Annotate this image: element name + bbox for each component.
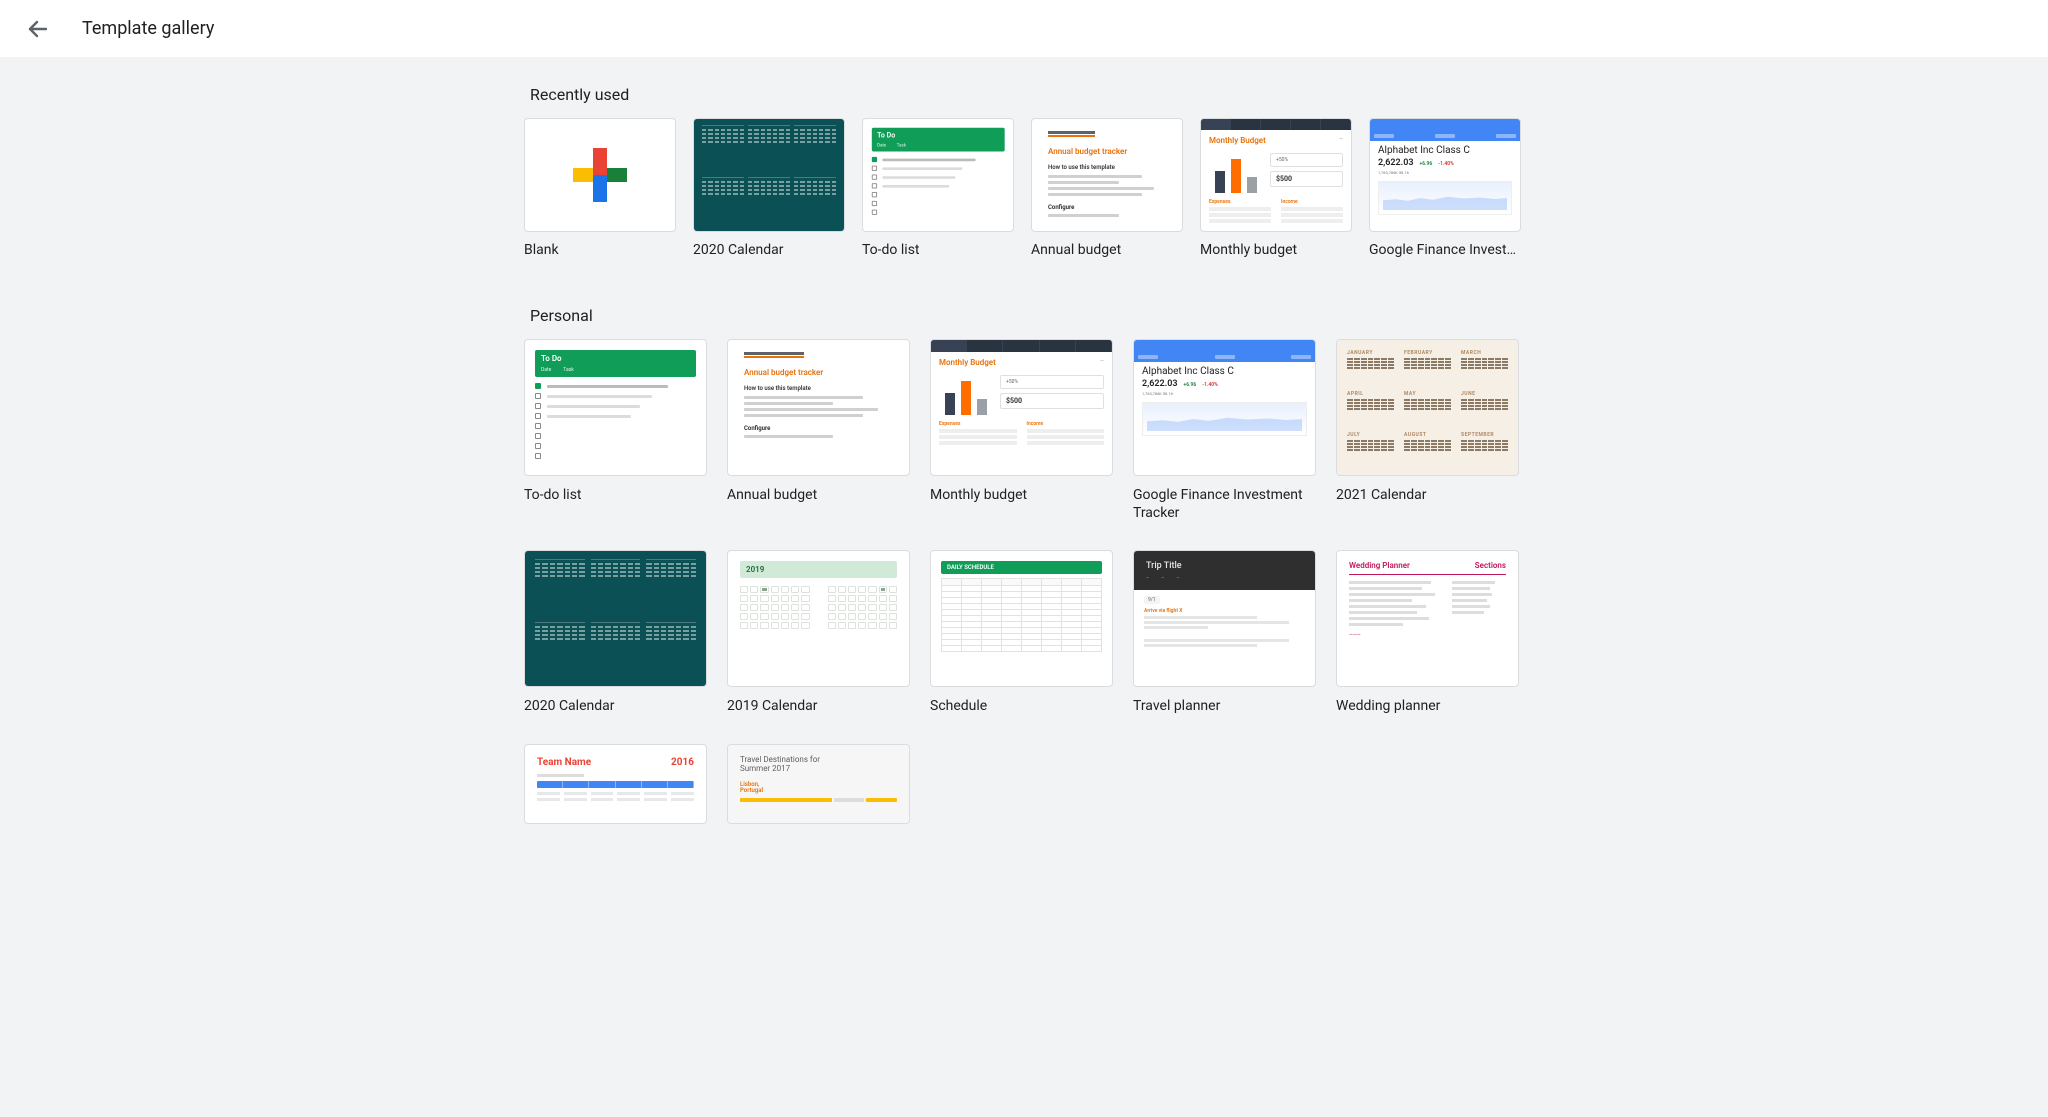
header: Template gallery (0, 0, 2048, 57)
gallery-body: Recently used Blank (0, 57, 2048, 1117)
section-heading-recent: Recently used (530, 85, 1524, 104)
template-card: To Do DateTask To-do list (862, 118, 1014, 258)
template-card: Wedding PlannerSections ——— Wedding plan… (1336, 550, 1519, 715)
template-label: Monthly budget (930, 486, 1113, 504)
template-card: 2020 Calendar (524, 550, 707, 715)
template-label: Google Finance Investment Tracker (1369, 242, 1521, 258)
template-label: Blank (524, 242, 676, 258)
template-card: JANUARY FEBRUARY MARCH APRIL MAY JUNE JU… (1336, 339, 1519, 522)
template-card: Monthly Budget— +50% $500 Expenses I (930, 339, 1113, 522)
template-label: Wedding planner (1336, 697, 1519, 715)
arrow-left-icon (26, 17, 50, 41)
template-thumb-annual-budget[interactable]: Annual budget tracker How to use this te… (727, 339, 910, 476)
template-label: To-do list (862, 242, 1014, 258)
template-card: Blank (524, 118, 676, 258)
template-thumb-todo[interactable]: To Do DateTask (524, 339, 707, 476)
annual-title: Annual budget tracker (1048, 147, 1166, 156)
template-thumb-2021-calendar[interactable]: JANUARY FEBRUARY MARCH APRIL MAY JUNE JU… (1336, 339, 1519, 476)
template-thumb-todo[interactable]: To Do DateTask (862, 118, 1014, 232)
template-card: Trip Title ——— 9/1 Arrive via flight X T… (1133, 550, 1316, 715)
back-button[interactable] (24, 15, 52, 43)
template-label: Google Finance Investment Tracker (1133, 486, 1316, 522)
template-thumb-team-roster[interactable]: Team Name2016 (524, 744, 707, 824)
template-card: DAILY SCHEDULE (930, 550, 1113, 715)
template-label: 2021 Calendar (1336, 486, 1519, 504)
template-thumb-travel-planner[interactable]: Trip Title ——— 9/1 Arrive via flight X (1133, 550, 1316, 687)
template-card: To Do DateTask To-do list (524, 339, 707, 522)
template-thumb-monthly-budget[interactable]: Monthly Budget— +50% $500 Expenses I (1200, 118, 1352, 232)
template-label: 2019 Calendar (727, 697, 910, 715)
template-label: Annual budget (727, 486, 910, 504)
finance-company: Alphabet Inc Class C (1378, 145, 1512, 156)
template-thumb-schedule[interactable]: DAILY SCHEDULE (930, 550, 1113, 687)
template-card: 2020 Calendar (693, 118, 845, 258)
todo-title: To Do (877, 131, 999, 139)
template-label: 2020 Calendar (693, 242, 845, 258)
personal-grid: To Do DateTask To-do list (524, 339, 1524, 824)
template-thumb-google-finance[interactable]: Alphabet Inc Class C 2,622.03 +6.96 -1.4… (1133, 339, 1316, 476)
template-card: Annual budget tracker How to use this te… (727, 339, 910, 522)
template-label: Schedule (930, 697, 1113, 715)
template-card: Monthly Budget— +50% $500 Expenses I (1200, 118, 1352, 258)
template-thumb-travel-destinations[interactable]: Travel Destinations for Summer 2017 Lisb… (727, 744, 910, 824)
template-label: Annual budget (1031, 242, 1183, 258)
template-thumb-wedding-planner[interactable]: Wedding PlannerSections ——— (1336, 550, 1519, 687)
section-heading-personal: Personal (530, 306, 1524, 325)
template-label: To-do list (524, 486, 707, 504)
template-card: Annual budget tracker How to use this te… (1031, 118, 1183, 258)
template-label: 2020 Calendar (524, 697, 707, 715)
template-card: 2019 (727, 550, 910, 715)
template-card: Travel Destinations for Summer 2017 Lisb… (727, 744, 910, 824)
template-card: Team Name2016 (524, 744, 707, 824)
template-card: Alphabet Inc Class C 2,622.03 +6.96 -1.4… (1133, 339, 1316, 522)
template-thumb-annual-budget[interactable]: Annual budget tracker How to use this te… (1031, 118, 1183, 232)
template-label: Monthly budget (1200, 242, 1352, 258)
page-title: Template gallery (82, 18, 214, 39)
template-label: Travel planner (1133, 697, 1316, 715)
template-thumb-google-finance[interactable]: Alphabet Inc Class C 2,622.03 +6.96 -1.4… (1369, 118, 1521, 232)
template-thumb-2020-calendar[interactable] (693, 118, 845, 232)
plus-icon (525, 119, 675, 231)
template-card: Alphabet Inc Class C 2,622.03 +6.96 -1.4… (1369, 118, 1521, 258)
template-thumb-monthly-budget[interactable]: Monthly Budget— +50% $500 Expenses I (930, 339, 1113, 476)
template-thumb-2020-calendar[interactable] (524, 550, 707, 687)
template-thumb-2019-calendar[interactable]: 2019 (727, 550, 910, 687)
recent-row: Blank 2020 Calendar (524, 118, 1524, 258)
template-thumb-blank[interactable] (524, 118, 676, 232)
